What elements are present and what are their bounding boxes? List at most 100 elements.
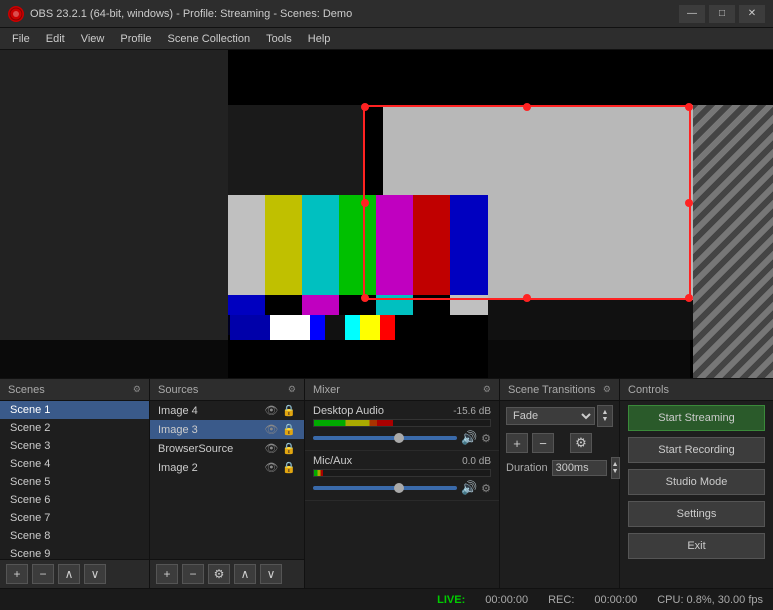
scene-item-2[interactable]: Scene 2 [0,419,149,437]
window-title: OBS 23.2.1 (64-bit, windows) - Profile: … [30,8,679,20]
desktop-audio-mute-icon[interactable]: 🔊 [461,430,477,446]
source-eye-icon-1[interactable]: 👁 [264,423,278,436]
duration-arrows[interactable]: ▲ ▼ [611,457,620,479]
scene-item-6[interactable]: Scene 6 [0,491,149,509]
sources-footer: + − ⚙ ∧ ∨ [150,559,304,588]
transition-gear-button[interactable]: ⚙ [570,433,592,453]
rec-time: 00:00:00 [594,594,637,606]
micaux-slider[interactable] [313,486,457,490]
sources-remove-button[interactable]: − [182,564,204,584]
micaux-db: 0.0 dB [462,456,491,467]
desktop-audio-thumb [394,433,404,443]
scene-item-4[interactable]: Scene 4 [0,455,149,473]
source-icons-1: 👁🔒 [264,423,296,436]
sources-up-button[interactable]: ∧ [234,564,256,584]
sources-panel: Sources ⚙ Image 4👁🔒Image 3👁🔒BrowserSourc… [150,379,305,588]
start-streaming-button[interactable]: Start Streaming [628,405,765,431]
transition-remove-button[interactable]: − [532,433,554,453]
exit-button[interactable]: Exit [628,533,765,559]
preview-dark-mid [228,105,363,195]
scene-item-5[interactable]: Scene 5 [0,473,149,491]
micaux-bar [314,470,323,476]
minimize-button[interactable]: — [679,5,705,23]
transition-type-arrows[interactable]: ▲ ▼ [597,405,613,427]
scenes-remove-button[interactable]: − [32,564,54,584]
scene-item-7[interactable]: Scene 7 [0,509,149,527]
menu-item-file[interactable]: File [4,28,38,50]
scenes-up-button[interactable]: ∧ [58,564,80,584]
scenes-panel: Scenes ⚙ Scene 1Scene 2Scene 3Scene 4Sce… [0,379,150,588]
micaux-channel: Mic/Aux 0.0 dB 🔊 ⚙ [305,451,499,501]
source-eye-icon-0[interactable]: 👁 [264,404,278,417]
desktop-audio-label: Desktop Audio [313,405,384,417]
scenes-down-button[interactable]: ∨ [84,564,106,584]
scene-item-3[interactable]: Scene 3 [0,437,149,455]
desktop-audio-controls: 🔊 ⚙ [313,430,491,446]
micaux-gear-icon[interactable]: ⚙ [481,482,491,495]
source-item-1[interactable]: Image 3👁🔒 [150,420,304,439]
sources-down-button[interactable]: ∨ [260,564,282,584]
desktop-audio-gear-icon[interactable]: ⚙ [481,432,491,445]
studio-mode-button[interactable]: Studio Mode [628,469,765,495]
sources-add-button[interactable]: + [156,564,178,584]
sources-config-icon[interactable]: ⚙ [288,384,296,395]
source-icons-3: 👁🔒 [264,461,296,474]
colorbar-black-ext [228,335,488,378]
scenes-config-icon[interactable]: ⚙ [133,384,141,395]
menu-item-edit[interactable]: Edit [38,28,73,50]
duration-up-arrow: ▲ [612,461,619,468]
transition-controls: + − ⚙ [500,431,619,455]
sources-header-icons: ⚙ [288,384,296,395]
transitions-config-icon[interactable]: ⚙ [603,384,611,395]
source-eye-icon-3[interactable]: 👁 [264,461,278,474]
settings-button[interactable]: Settings [628,501,765,527]
menu-item-tools[interactable]: Tools [258,28,300,50]
scene-item-1[interactable]: Scene 1 [0,401,149,419]
source-item-3[interactable]: Image 2👁🔒 [150,458,304,477]
scene-item-9[interactable]: Scene 9 [0,545,149,559]
scenes-header-icons: ⚙ [133,384,141,395]
cpu-info: CPU: 0.8%, 30.00 fps [657,594,763,606]
desktop-audio-slider[interactable] [313,436,457,440]
source-lock-icon-3[interactable]: 🔒 [282,461,296,474]
duration-label: Duration [506,462,548,474]
menu-item-profile[interactable]: Profile [112,28,159,50]
menu-item-help[interactable]: Help [300,28,339,50]
preview-area [0,50,773,378]
scenes-add-button[interactable]: + [6,564,28,584]
rec-label: REC: [548,594,574,606]
sources-list: Image 4👁🔒Image 3👁🔒BrowserSource👁🔒Image 2… [150,401,304,559]
maximize-button[interactable]: □ [709,5,735,23]
transitions-header: Scene Transitions ⚙ [500,379,619,401]
titlebar: OBS 23.2.1 (64-bit, windows) - Profile: … [0,0,773,28]
source-label-3: Image 2 [158,462,198,474]
desktop-audio-channel: Desktop Audio -15.6 dB 🔊 ⚙ [305,401,499,451]
transition-add-button[interactable]: + [506,433,528,453]
start-recording-button[interactable]: Start Recording [628,437,765,463]
duration-row: Duration ▲ ▼ [500,455,619,481]
menu-item-scene-collection[interactable]: Scene Collection [160,28,259,50]
sources-title: Sources [158,384,198,396]
transition-type-select[interactable]: Fade Cut Swipe Slide Stinger [506,407,595,425]
source-lock-icon-0[interactable]: 🔒 [282,404,296,417]
source-item-2[interactable]: BrowserSource👁🔒 [150,439,304,458]
source-icons-0: 👁🔒 [264,404,296,417]
micaux-mute-icon[interactable]: 🔊 [461,480,477,496]
micaux-label: Mic/Aux [313,455,352,467]
scene-item-8[interactable]: Scene 8 [0,527,149,545]
source-lock-icon-2[interactable]: 🔒 [282,442,296,455]
transition-down-arrow: ▼ [602,416,609,423]
mixer-config-icon[interactable]: ⚙ [483,384,491,395]
desktop-audio-meter [313,419,491,427]
source-item-0[interactable]: Image 4👁🔒 [150,401,304,420]
scenes-footer: + − ∧ ∨ [0,559,149,588]
menu-item-view[interactable]: View [73,28,113,50]
scenes-header: Scenes ⚙ [0,379,149,401]
transition-up-arrow: ▲ [602,409,609,416]
source-lock-icon-1[interactable]: 🔒 [282,423,296,436]
duration-input[interactable] [552,460,607,476]
source-label-1: Image 3 [158,424,198,436]
source-eye-icon-2[interactable]: 👁 [264,442,278,455]
close-button[interactable]: ✕ [739,5,765,23]
sources-gear-button[interactable]: ⚙ [208,564,230,584]
